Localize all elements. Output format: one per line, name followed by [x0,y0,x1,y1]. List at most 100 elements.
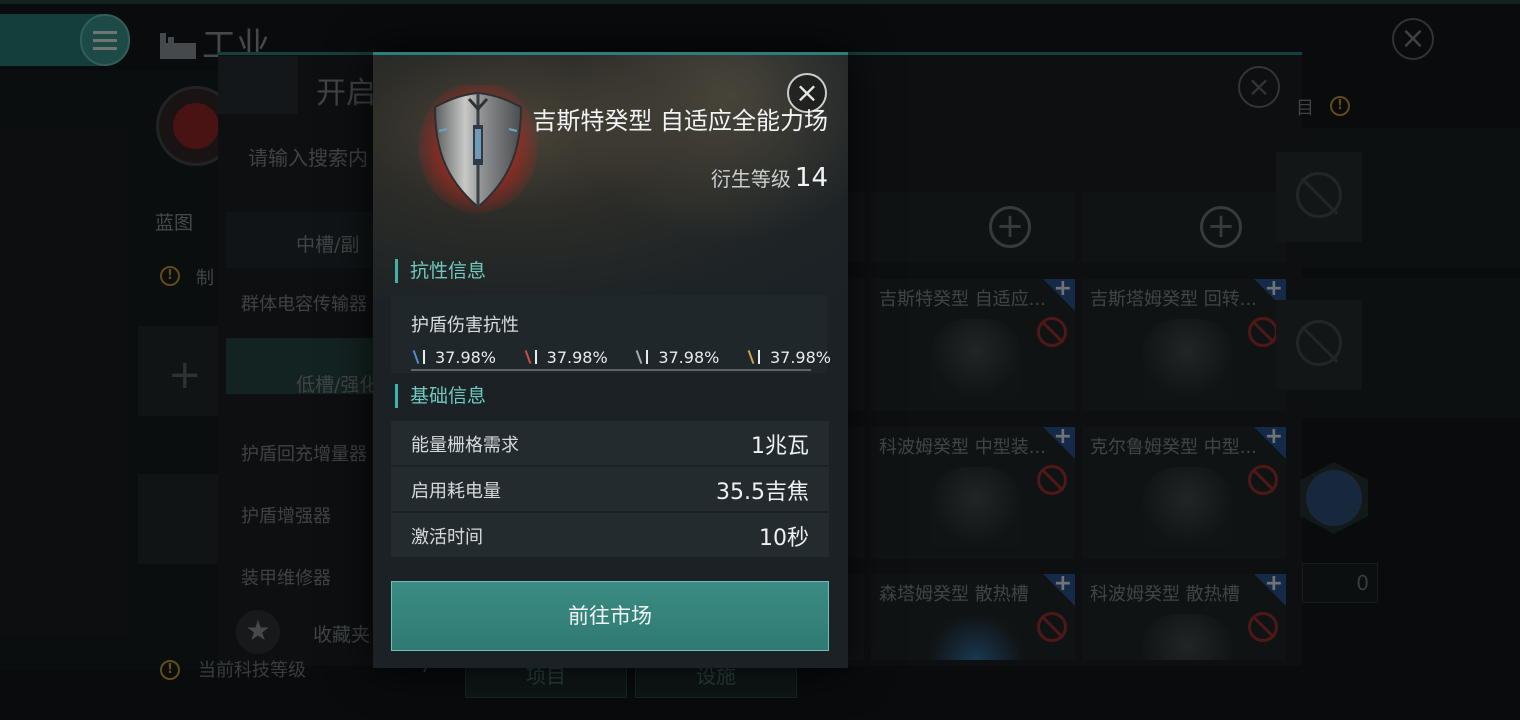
ban-icon [1248,465,1278,495]
warning-icon: ! [160,660,180,680]
grid-card[interactable]: + [1082,192,1286,262]
resist-thermal: 37.98% [523,345,608,369]
category-label: 中槽/副 [296,234,360,256]
ban-icon [1037,465,1067,495]
module-image [931,614,1021,660]
ban-icon [1037,612,1067,642]
em-resist-icon [411,349,429,365]
resist-values: 37.98% 37.98% 37.98% 37.98% [411,345,831,369]
list-item[interactable]: 护盾增强器 [241,502,331,528]
tech-level-label: 当前科技等级 [198,660,306,681]
explosive-resist-icon [746,349,764,365]
info-value: 35.5吉焦 [716,480,809,505]
kinetic-resist-icon [634,349,652,365]
grid-card[interactable]: 科波姆癸型 中型装... + [871,427,1075,559]
research-tab[interactable] [218,56,298,114]
grid-card[interactable]: + [871,192,1075,262]
grid-card[interactable]: 科波姆癸型 散热槽 + [1082,574,1286,660]
card-title: 科波姆癸型 中型装... [879,437,1046,458]
menu-icon [93,38,117,42]
item-detail-modal: × 吉斯特癸型 自适应全能力场 衍生等级 14 抗性信息 护盾伤害抗性 37.98… [373,52,848,668]
grid-card[interactable]: 吉斯特癸型 自适应... + [871,279,1075,411]
add-icon[interactable]: + [1265,574,1283,596]
card-title: 科波姆癸型 散热槽 [1090,584,1240,605]
warning-icon: ! [1330,96,1350,116]
factory-icon [160,27,196,59]
info-value: 1兆瓦 [751,434,809,459]
grid-card[interactable]: 克尔鲁姆癸型 中型... + [1082,427,1286,559]
top-accent-line [0,0,1520,4]
grid-card-edge [848,427,864,559]
close-icon[interactable]: × [1238,66,1280,108]
quantity-field[interactable]: 0 [1302,563,1378,603]
list-item[interactable]: 护盾回充增量器 [241,440,367,466]
category-label: 低槽/强化 [296,374,379,396]
disabled-slot [138,474,218,564]
module-image [931,467,1021,547]
resist-em: 37.98% [411,345,496,369]
info-row-powergrid: 能量栅格需求 1兆瓦 [391,421,829,465]
star-icon[interactable]: ★ [236,610,280,654]
module-image [931,319,1021,399]
add-icon: + [1200,206,1242,248]
info-key: 能量栅格需求 [411,435,519,456]
add-icon[interactable]: + [1054,279,1072,301]
add-icon[interactable]: + [1054,574,1072,596]
page-close-button[interactable]: × [1392,18,1434,60]
info-key: 启用耗电量 [411,481,501,502]
ban-icon [1248,317,1278,347]
module-image [1142,614,1232,660]
add-icon: + [989,206,1031,248]
microscope-icon [1306,470,1362,526]
grid-card[interactable]: 吉斯塔姆癸型 回转... + [1082,279,1286,411]
resist-kinetic: 37.98% [634,345,719,369]
resist-explosive: 37.98% [746,345,831,369]
derivation-label: 衍生等级 [710,167,791,191]
card-title: 吉斯特癸型 自适应... [879,289,1046,310]
add-icon[interactable]: + [1054,427,1072,449]
blueprint-label: 蓝图 [155,212,194,234]
card-title: 吉斯塔姆癸型 回转... [1090,289,1257,310]
shield-icon [418,85,538,213]
module-image [1142,467,1232,547]
resist-label: 护盾伤害抗性 [411,315,519,336]
add-icon[interactable]: + [1265,427,1283,449]
list-item[interactable]: 群体电容传输器 [241,290,367,316]
info-key: 激活时间 [411,527,483,548]
resist-value: 37.98% [658,347,720,367]
grid-card-edge [848,192,864,262]
plus-icon: + [168,352,202,398]
search-input[interactable]: 请输入搜索内 [248,142,368,171]
ban-icon [1296,320,1342,366]
go-to-market-button[interactable]: 前往市场 [391,581,829,651]
grid-card[interactable]: 森塔姆癸型 散热槽 + [871,574,1075,660]
hamburger-menu-button[interactable] [80,14,130,66]
info-value: 10秒 [759,526,809,551]
card-title: 森塔姆癸型 散热槽 [879,584,1029,605]
resist-value: 37.98% [546,347,608,367]
module-image [1142,319,1232,399]
panel-header: 开启 [316,76,376,111]
grid-card-edge [848,279,864,411]
info-row-activation-time: 激活时间 10秒 [391,513,829,557]
resist-divider [411,369,811,371]
grid-card-edge [848,574,864,660]
resist-value: 37.98% [435,347,497,367]
item-name: 吉斯特癸型 自适应全能力场 [532,107,828,135]
card-title: 克尔鲁姆癸型 中型... [1090,437,1257,458]
derivation-value: 14 [794,163,828,193]
ban-icon [1037,317,1067,347]
favorites-label[interactable]: 收藏夹 [313,620,370,647]
warning-icon: ! [160,266,180,286]
info-row-activation-cost: 启用耗电量 35.5吉焦 [391,467,829,511]
derivation-level: 衍生等级 14 [711,163,828,193]
add-icon[interactable]: + [1265,279,1283,301]
thermal-resist-icon [523,349,541,365]
ban-icon [1248,612,1278,642]
list-item[interactable]: 装甲维修器 [241,564,331,590]
basic-section-title: 基础信息 [395,384,486,408]
resist-section-title: 抗性信息 [395,259,486,283]
warn-label: 制 [196,268,214,289]
right-label: 目 [1296,98,1314,119]
ban-icon [1296,172,1342,218]
